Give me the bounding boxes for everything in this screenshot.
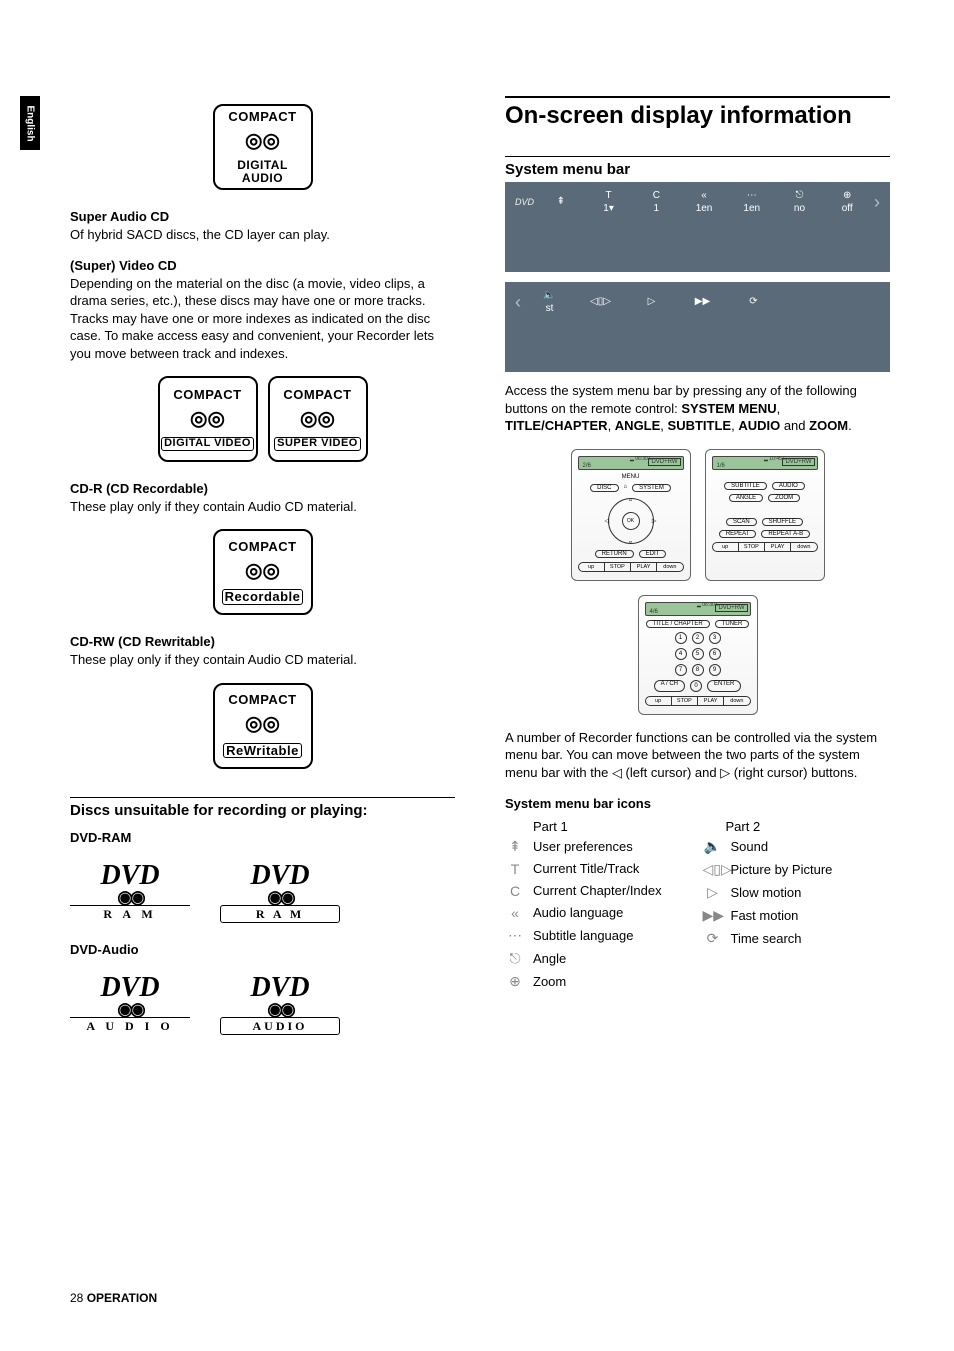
icon-label: Zoom [533, 974, 566, 989]
icon-row: ⎋ Angle [505, 950, 693, 967]
menu-icon: C [505, 883, 525, 899]
icons-table: Part 1 Part 2 ⇞ User preferences T Current … [505, 819, 890, 990]
access-paragraph: Access the system menu bar by pressing a… [505, 382, 890, 435]
icon-row: ⊕ Zoom [505, 973, 693, 990]
icon-row: C Current Chapter/Index [505, 883, 693, 899]
logo-row-dvd-audio: DVD◉◉A U D I O DVD◉◉AUDIO [70, 972, 455, 1035]
dvd-audio-label: DVD-Audio [70, 941, 455, 959]
osd-title-icon: T1▾ [588, 190, 630, 214]
svcd-heading: (Super) Video CDDepending on the materia… [70, 257, 455, 362]
osd-arrow-left-icon: ‹ [515, 292, 521, 313]
section-title: On-screen display information [505, 96, 890, 130]
osd-menu-bar-part2: ‹ 🔈st ◁▯▷ ▷ ▶▶ ⟳ [505, 282, 890, 372]
sacd-heading: Super Audio CDOf hybrid SACD discs, the … [70, 208, 455, 243]
menu-icon: ◁▯▷ [703, 861, 723, 878]
right-column: On-screen display information System men… [505, 96, 890, 1053]
page-content: COMPACT ◎◎ DIGITAL AUDIO Super Audio CDO… [70, 96, 890, 1053]
osd-chapter-icon: C1 [635, 190, 677, 214]
icon-row: ⇞ User preferences [505, 838, 693, 855]
osd-arrow-right-icon: › [874, 192, 880, 213]
icon-label: Fast motion [731, 908, 799, 923]
osd-angle-icon: ⎋no [779, 190, 821, 214]
menu-icon: ⋯ [505, 927, 525, 944]
osd-sound-icon: 🔈st [527, 290, 572, 314]
osd-subtitle-icon: ⋯1en [731, 190, 773, 214]
functions-paragraph: A number of Recorder functions can be co… [505, 729, 890, 782]
part1-label: Part 1 [505, 819, 698, 834]
osd-fast-icon: ▶▶ [680, 296, 725, 309]
logo-row-video-cd: COMPACT◎◎DIGITAL VIDEO COMPACT◎◎SUPER VI… [70, 376, 455, 462]
icon-label: Sound [731, 839, 769, 854]
cdr-heading: CD-R (CD Recordable)These play only if t… [70, 480, 455, 515]
menu-icon: ▶▶ [703, 907, 723, 924]
icon-label: Angle [533, 951, 566, 966]
osd-pbp-icon: ◁▯▷ [578, 296, 623, 309]
icon-label: Subtitle language [533, 928, 633, 943]
icon-label: Picture by Picture [731, 862, 833, 877]
remote-menu-nav: DVD+RW2/6▂ 06:30 E MENU DISC⌂SYSTEM OK ▵… [571, 449, 691, 581]
icons-header: System menu bar icons [505, 795, 890, 813]
osd-audio-icon: «1en [683, 190, 725, 214]
icon-label: Slow motion [731, 885, 802, 900]
osd-time-icon: ⟳ [731, 296, 776, 309]
left-column: COMPACT ◎◎ DIGITAL AUDIO Super Audio CDO… [70, 96, 455, 1053]
menu-icon: 🔈 [703, 838, 723, 855]
icon-row: ⋯ Subtitle language [505, 927, 693, 944]
icon-label: Audio language [533, 905, 623, 920]
menu-icon: ⇞ [505, 838, 525, 855]
menu-icon: ⎋ [505, 950, 525, 967]
language-tab: English [20, 96, 40, 150]
menu-icon: « [505, 905, 525, 921]
icon-row: ▷ Slow motion [703, 884, 891, 901]
cdrw-heading: CD-RW (CD Rewritable)These play only if … [70, 633, 455, 668]
remote-numpad: DVD+RW4/6▂ 06:30 E TITLE / CHAPTERTUNER … [638, 595, 758, 715]
icon-label: User preferences [533, 839, 633, 854]
logo-cd-r: COMPACT◎◎Recordable [70, 529, 455, 615]
logo-compact-disc-digital-audio: COMPACT ◎◎ DIGITAL AUDIO [70, 104, 455, 190]
menu-icon: T [505, 861, 525, 877]
menu-icon: ⟳ [703, 930, 723, 947]
osd-zoom-icon: ⊕off [826, 190, 868, 214]
icon-row: ◁▯▷ Picture by Picture [703, 861, 891, 878]
icon-row: « Audio language [505, 905, 693, 921]
remote-diagram-numpad: DVD+RW4/6▂ 06:30 E TITLE / CHAPTERTUNER … [505, 595, 890, 715]
remote-diagrams: DVD+RW2/6▂ 06:30 E MENU DISC⌂SYSTEM OK ▵… [505, 449, 890, 581]
icon-label: Current Chapter/Index [533, 883, 662, 898]
part2-label: Part 2 [698, 819, 891, 834]
osd-menu-bar-part1: DVD ⇞ T1▾ C1 «1en ⋯1en ⎋no ⊕off › [505, 182, 890, 272]
icon-row: ⟳ Time search [703, 930, 891, 947]
logo-cd-rw: COMPACT◎◎ReWritable [70, 683, 455, 769]
icon-row: T Current Title/Track [505, 861, 693, 877]
remote-subtitle-audio: DVD+RW1/6▂ 10:45 E SUBTITLEAUDIO ANGLEZO… [705, 449, 825, 581]
osd-prefs-icon: ⇞ [540, 196, 582, 209]
osd-slow-icon: ▷ [629, 296, 674, 309]
icon-label: Time search [731, 931, 802, 946]
subsection-title: System menu bar [505, 156, 890, 178]
menu-icon: ▷ [703, 884, 723, 901]
menu-icon: ⊕ [505, 973, 525, 990]
page-footer: 28 OPERATION [70, 1291, 157, 1305]
unsuitable-heading: Discs unsuitable for recording or playin… [70, 797, 455, 819]
icon-row: 🔈 Sound [703, 838, 891, 855]
icon-row: ▶▶ Fast motion [703, 907, 891, 924]
dvd-ram-label: DVD-RAM [70, 829, 455, 847]
icon-label: Current Title/Track [533, 861, 639, 876]
logo-row-dvd-ram: DVD◉◉R A M DVD◉◉R A M [70, 860, 455, 923]
